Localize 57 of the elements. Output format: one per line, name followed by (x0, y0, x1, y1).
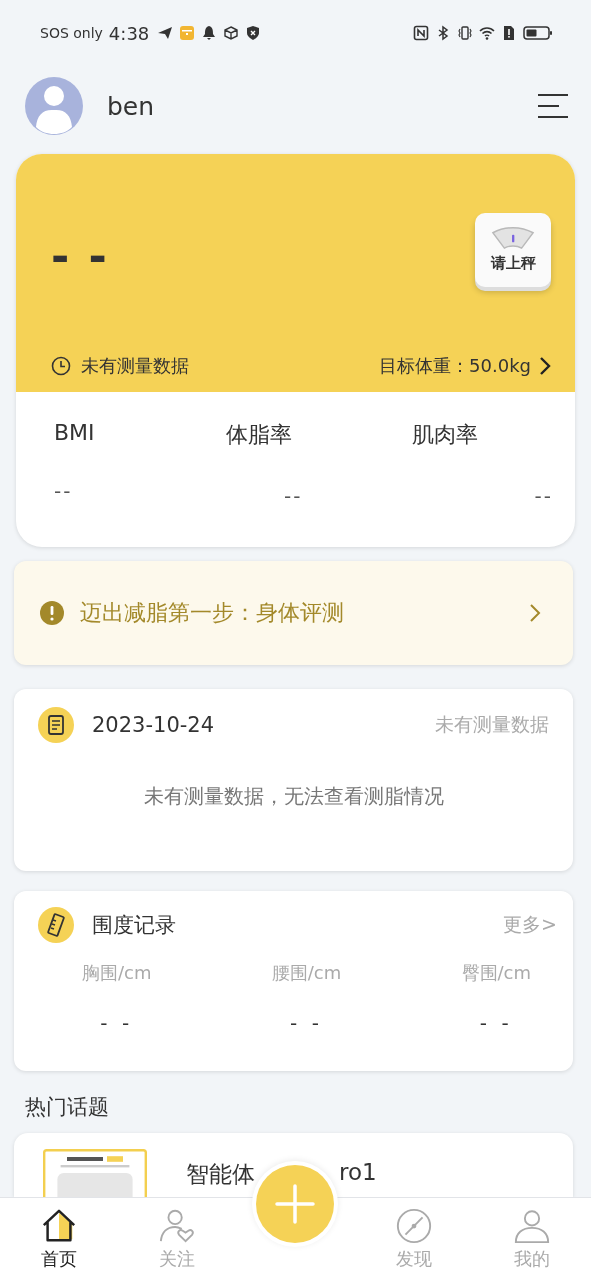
tab[interactable]: 发现 (355, 1198, 474, 1280)
person-icon (513, 1207, 552, 1245)
record-status: 未有测量数据 (435, 712, 549, 737)
compass-icon (395, 1207, 434, 1245)
weight-value: - - (51, 230, 109, 282)
ruler-icon (38, 907, 74, 943)
last-measure-text: 未有测量数据 (81, 354, 189, 378)
topic-title: ro1 (339, 1159, 377, 1185)
girth-value: - - (100, 1011, 134, 1035)
app-icon (179, 25, 196, 41)
girth-label: 胸围/cm (82, 961, 152, 985)
avatar-icon[interactable] (25, 77, 83, 135)
girth-label: 臀围/cm (461, 961, 531, 985)
tab[interactable]: 首页 (0, 1198, 118, 1280)
nfc-icon (413, 25, 429, 41)
topic-title: 智能体 (186, 1160, 255, 1189)
target-weight-link[interactable]: 目标体重：50.0kg (379, 354, 551, 378)
metric-label: 肌肉率 (412, 421, 479, 449)
metric-label: 体脂率 (226, 421, 293, 449)
plus-icon (275, 1184, 315, 1224)
girth-value: - - (479, 1011, 513, 1035)
tab[interactable]: 我的 (473, 1198, 591, 1280)
banner-text: 迈出减脂第一步：身体评测 (80, 599, 345, 627)
cube-icon (223, 25, 240, 41)
clock-icon (51, 356, 71, 376)
record-date: 2023-10-24 (92, 713, 216, 737)
battery-icon (523, 25, 553, 41)
wifi-icon (479, 25, 495, 41)
metric-label: BMI (54, 420, 96, 445)
menu-icon[interactable] (537, 93, 569, 119)
girth-title: 围度记录 (92, 912, 177, 939)
alert-icon (40, 601, 64, 625)
document-icon (38, 707, 74, 743)
carrier-text: SOS only (40, 25, 103, 41)
metric-value: -- (54, 479, 74, 503)
bell-icon (201, 25, 218, 41)
shield-icon (245, 25, 262, 41)
sim-alert-icon (501, 25, 517, 41)
clock-time: 4:38 (108, 22, 150, 44)
girth-label: 腰围/cm (271, 961, 342, 985)
gauge-icon (490, 227, 536, 250)
girth-value: - - (290, 1011, 323, 1035)
metric-value: -- (283, 484, 304, 508)
assessment-banner[interactable]: 迈出减脂第一步：身体评测 (14, 561, 573, 665)
topic-card[interactable]: 智能体 ro1 (14, 1133, 573, 1197)
person-heart-icon (157, 1207, 196, 1245)
metric-value: -- (534, 484, 553, 508)
chevron-right-icon (539, 356, 551, 376)
empty-message: 未有测量数据，无法查看测脂情况 (142, 783, 445, 810)
section-heading: 热门话题 (25, 1094, 110, 1121)
vibrate-icon (457, 25, 473, 41)
add-button[interactable] (256, 1165, 334, 1243)
send-icon (157, 25, 174, 41)
user-name: ben (107, 91, 156, 121)
tab[interactable]: 关注 (117, 1198, 236, 1280)
more-link[interactable]: 更多> (503, 912, 557, 938)
chevron-right-icon (529, 603, 541, 623)
